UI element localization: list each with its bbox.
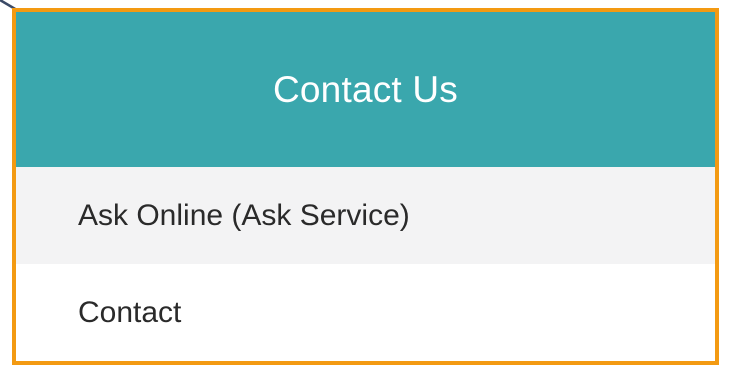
menu-item-label: Contact: [78, 296, 182, 329]
contact-panel: Contact Us Ask Online (Ask Service) Cont…: [12, 8, 719, 365]
panel-header: Contact Us: [16, 12, 715, 167]
stage: Contact Us Ask Online (Ask Service) Cont…: [0, 0, 731, 373]
menu-item-ask-online[interactable]: Ask Online (Ask Service): [16, 167, 715, 264]
menu-item-label: Ask Online (Ask Service): [78, 198, 410, 232]
panel-title: Contact Us: [272, 68, 458, 110]
menu-item-contact[interactable]: Contact: [16, 264, 715, 361]
